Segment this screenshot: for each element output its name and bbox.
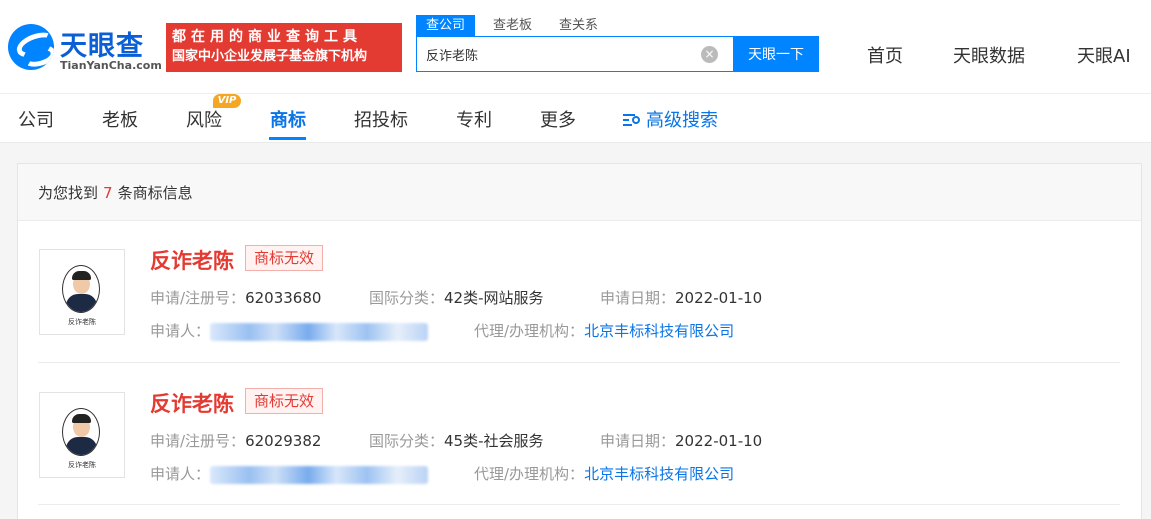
agent: 代理/办理机构：北京丰标科技有限公司 [474, 465, 735, 483]
category-tab-boss[interactable]: 老板 [102, 106, 138, 132]
search-tab-relation[interactable]: 查关系 [559, 15, 598, 36]
category-tab-patent[interactable]: 专利 [456, 106, 492, 132]
trademark-card: 反诈老陈 反诈老陈 商标无效 申请/注册号：62033680 国际分类：42类-… [38, 221, 1120, 363]
category-tab-bidding[interactable]: 招投标 [354, 106, 408, 132]
nav-tianyan-data[interactable]: 天眼数据 [953, 42, 1025, 68]
trademark-name-link[interactable]: 反诈老陈 [150, 388, 234, 418]
search-button[interactable]: 天眼一下 [733, 36, 819, 72]
intl-class: 国际分类：45类-社会服务 [369, 432, 544, 450]
count-suffix: 条商标信息 [117, 184, 193, 202]
status-badge: 商标无效 [245, 388, 324, 414]
application-date: 申请日期：2022-01-10 [600, 432, 763, 450]
category-nav: 公司 老板 风险 VIP 商标 招投标 专利 更多 高级搜索 [0, 94, 1151, 143]
applicant-redacted-link[interactable] [210, 465, 429, 484]
results-count-text: 为您找到 7 条商标信息 [38, 182, 193, 203]
trademark-card: 反诈老陈 反诈老陈 商标无效 申请/注册号：62029382 国际分类：45类-… [38, 363, 1120, 505]
category-tab-trademark[interactable]: 商标 [270, 106, 306, 132]
applicant-redacted-link[interactable] [210, 322, 429, 341]
logo-text: 天眼查 [60, 31, 144, 62]
filter-search-icon [623, 113, 641, 127]
search-box: × [416, 36, 734, 72]
results-summary: 为您找到 7 条商标信息 [18, 164, 1141, 221]
count-prefix: 为您找到 [38, 184, 99, 202]
results-count: 7 [103, 184, 113, 202]
nav-home[interactable]: 首页 [867, 42, 903, 68]
vip-badge: VIP [213, 94, 241, 108]
category-tab-company[interactable]: 公司 [18, 106, 54, 132]
site-logo[interactable]: 天眼查 TianYanCha.com [8, 24, 162, 74]
trademark-image[interactable]: 反诈老陈 [39, 392, 125, 478]
slogan-line-2: 国家中小企业发展子基金旗下机构 [172, 49, 368, 64]
applicant: 申请人： [150, 463, 429, 484]
trademark-image[interactable]: 反诈老陈 [39, 249, 125, 335]
trademark-image-caption: 反诈老陈 [68, 318, 96, 326]
search-input[interactable] [417, 37, 697, 71]
applicant: 申请人： [150, 320, 429, 341]
tianyancha-logo-icon [8, 24, 54, 70]
status-badge: 商标无效 [245, 245, 324, 271]
nav-tianyan-ai[interactable]: 天眼AI [1077, 42, 1131, 68]
agent-link[interactable]: 北京丰标科技有限公司 [584, 465, 734, 483]
agent-link[interactable]: 北京丰标科技有限公司 [584, 322, 734, 340]
category-tab-more[interactable]: 更多 [540, 106, 576, 132]
agent: 代理/办理机构：北京丰标科技有限公司 [474, 322, 735, 340]
advanced-search-link[interactable]: 高级搜索 [623, 106, 718, 132]
search-tab-company[interactable]: 查公司 [416, 15, 476, 36]
top-header: 天眼查 TianYanCha.com 都在用的商业查询工具 国家中小企业发展子基… [0, 0, 1151, 94]
slogan-banner: 都在用的商业查询工具 国家中小企业发展子基金旗下机构 [166, 23, 402, 72]
trademark-name-link[interactable]: 反诈老陈 [150, 245, 234, 275]
trademark-image-caption: 反诈老陈 [68, 461, 96, 469]
active-tab-indicator [269, 137, 306, 140]
clear-icon[interactable]: × [701, 46, 718, 63]
logo-domain: TianYanCha.com [60, 59, 162, 72]
search-tab-boss[interactable]: 查老板 [493, 15, 532, 36]
application-date: 申请日期：2022-01-10 [600, 289, 763, 307]
trademark-results-panel: 为您找到 7 条商标信息 反诈老陈 反诈老陈 商标无效 申请/注册号：6203368… [17, 163, 1142, 519]
registration-number: 申请/注册号：62033680 [150, 289, 322, 307]
slogan-line-1: 都在用的商业查询工具 [172, 29, 362, 45]
advanced-search-label: 高级搜索 [646, 110, 718, 131]
registration-number: 申请/注册号：62029382 [150, 432, 322, 450]
intl-class: 国际分类：42类-网站服务 [369, 289, 544, 307]
category-tab-risk[interactable]: 风险 [186, 106, 222, 132]
